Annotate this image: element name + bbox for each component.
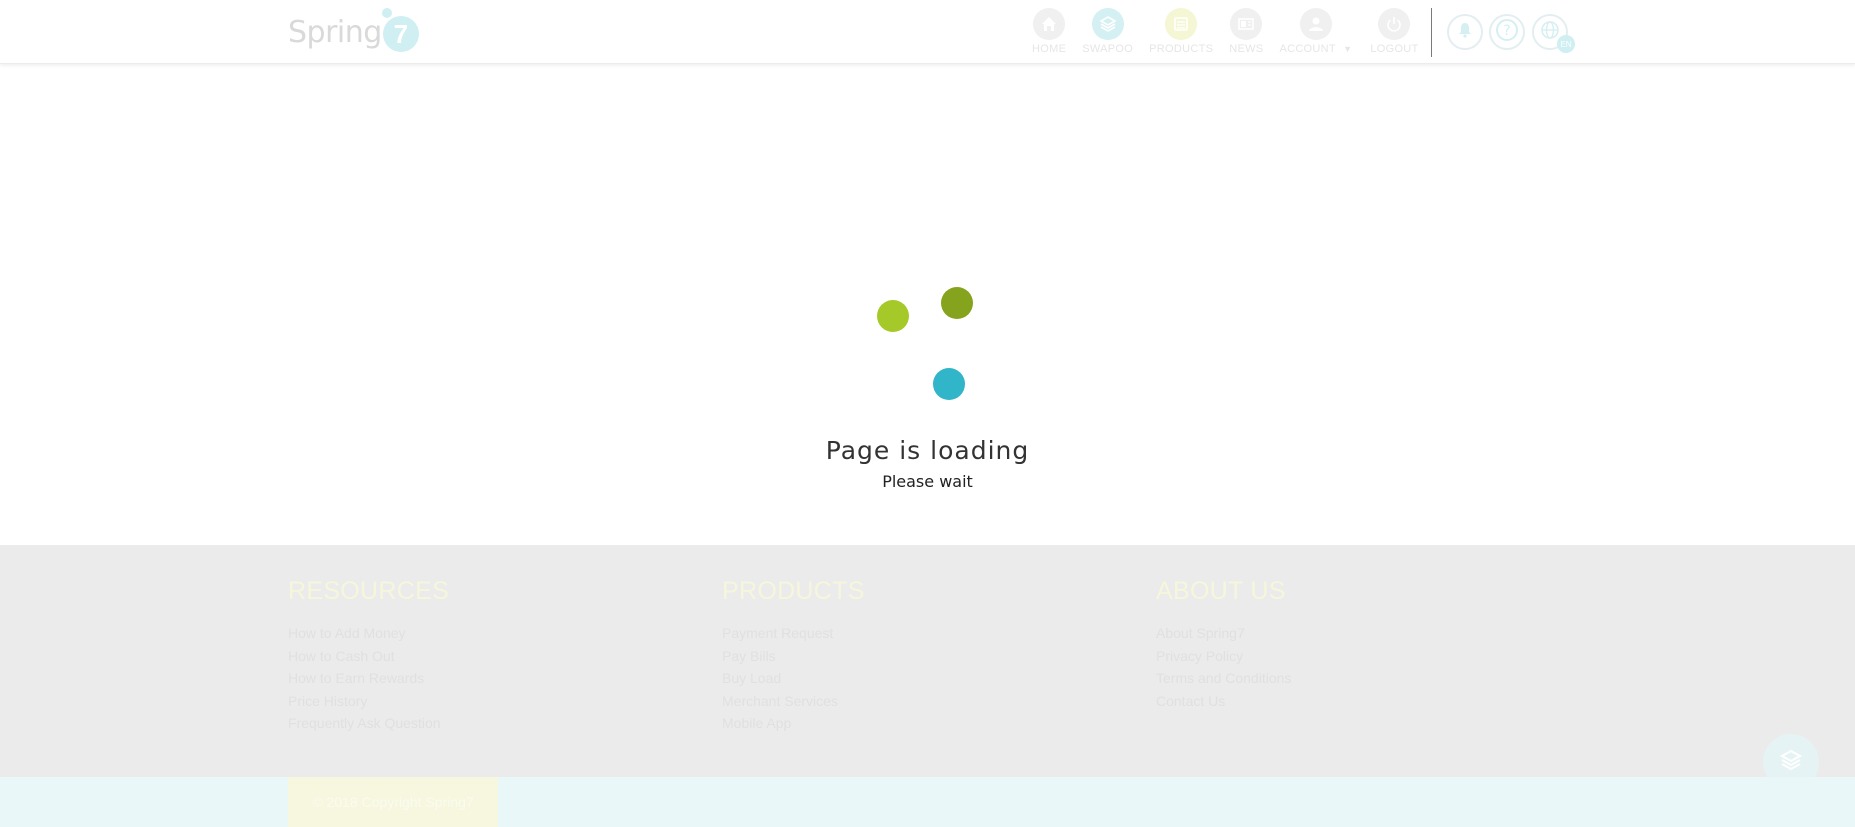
logo-dot [382,8,392,18]
language-badge: EN [1557,35,1575,53]
bell-icon [1456,21,1474,44]
products-icon [1165,8,1198,40]
loader-dot [941,287,973,319]
footer-column-about: ABOUT US About Spring7 Privacy Policy Te… [1156,577,1291,712]
nav-label-products: PRODUCTS [1149,43,1214,55]
nav-item-home[interactable]: HOME [1024,8,1074,60]
nav-item-products[interactable]: PRODUCTS [1141,8,1221,60]
logo-text: Spring [288,14,382,50]
main-nav: HOME SWAPOO PRODUCTS NEWS ACCOUNT ▼ LOGO… [1024,8,1427,60]
footer-link[interactable]: Frequently Ask Question [288,712,449,735]
footer-column-resources: RESOURCES How to Add Money How to Cash O… [288,577,449,735]
footer-link[interactable]: Privacy Policy [1156,645,1291,668]
account-icon [1299,8,1332,40]
footer-link[interactable]: Merchant Services [722,690,865,713]
nav-divider [1431,8,1432,57]
nav-item-news[interactable]: NEWS [1221,8,1271,60]
loading-title: Page is loading [825,436,1030,465]
loading-subtitle: Please wait [882,472,973,491]
footer-link[interactable]: Contact Us [1156,690,1291,713]
footer-heading: ABOUT US [1156,577,1286,605]
swapoo-icon [1778,747,1804,778]
footer-link[interactable]: Terms and Conditions [1156,667,1291,690]
footer-link[interactable]: About Spring7 [1156,622,1291,645]
footer: RESOURCES How to Add Money How to Cash O… [0,545,1855,777]
nav-item-logout[interactable]: LOGOUT [1360,8,1426,60]
footer-link[interactable]: How to Cash Out [288,645,449,668]
help-button[interactable]: ? [1489,14,1525,50]
help-icon: ? [1494,17,1520,48]
loader-dot [933,368,965,400]
bottom-bar: © 2018 Copyright Spring7 [0,777,1855,827]
nav-label-swapoo: SWAPOO [1082,43,1134,55]
svg-text:?: ? [1503,23,1510,39]
power-icon [1378,8,1411,40]
nav-item-account[interactable]: ACCOUNT ▼ [1271,8,1360,60]
nav-item-swapoo[interactable]: SWAPOO [1074,8,1141,60]
top-header: Spring 7 HOME SWAPOO PRODUCTS NEWS ACCOU… [0,0,1855,64]
swapoo-icon [1091,8,1124,40]
footer-heading: PRODUCTS [722,577,865,605]
nav-label-logout: LOGOUT [1370,43,1419,55]
footer-heading: RESOURCES [288,577,450,605]
footer-link[interactable]: How to Add Money [288,622,449,645]
language-button[interactable]: EN [1532,14,1575,53]
loader-dot [877,300,909,332]
chevron-down-icon: ▼ [1343,44,1353,54]
footer-column-products: PRODUCTS Payment Request Pay Bills Buy L… [722,577,865,735]
nav-label-news: NEWS [1229,43,1264,55]
footer-link[interactable]: Buy Load [722,667,865,690]
nav-label-account: ACCOUNT ▼ [1279,43,1353,55]
footer-link[interactable]: Price History [288,690,449,713]
spring7-logo[interactable]: Spring 7 [288,8,419,56]
notification-button[interactable] [1447,14,1483,50]
news-icon [1230,8,1263,40]
footer-link[interactable]: Payment Request [722,622,865,645]
logo-number: 7 [382,16,419,52]
footer-link[interactable]: How to Earn Rewards [288,667,449,690]
home-icon [1033,8,1066,40]
footer-link[interactable]: Pay Bills [722,645,865,668]
nav-label-home: HOME [1032,43,1067,55]
copyright-text: © 2018 Copyright Spring7 [288,777,498,827]
footer-link[interactable]: Mobile App [722,712,865,735]
